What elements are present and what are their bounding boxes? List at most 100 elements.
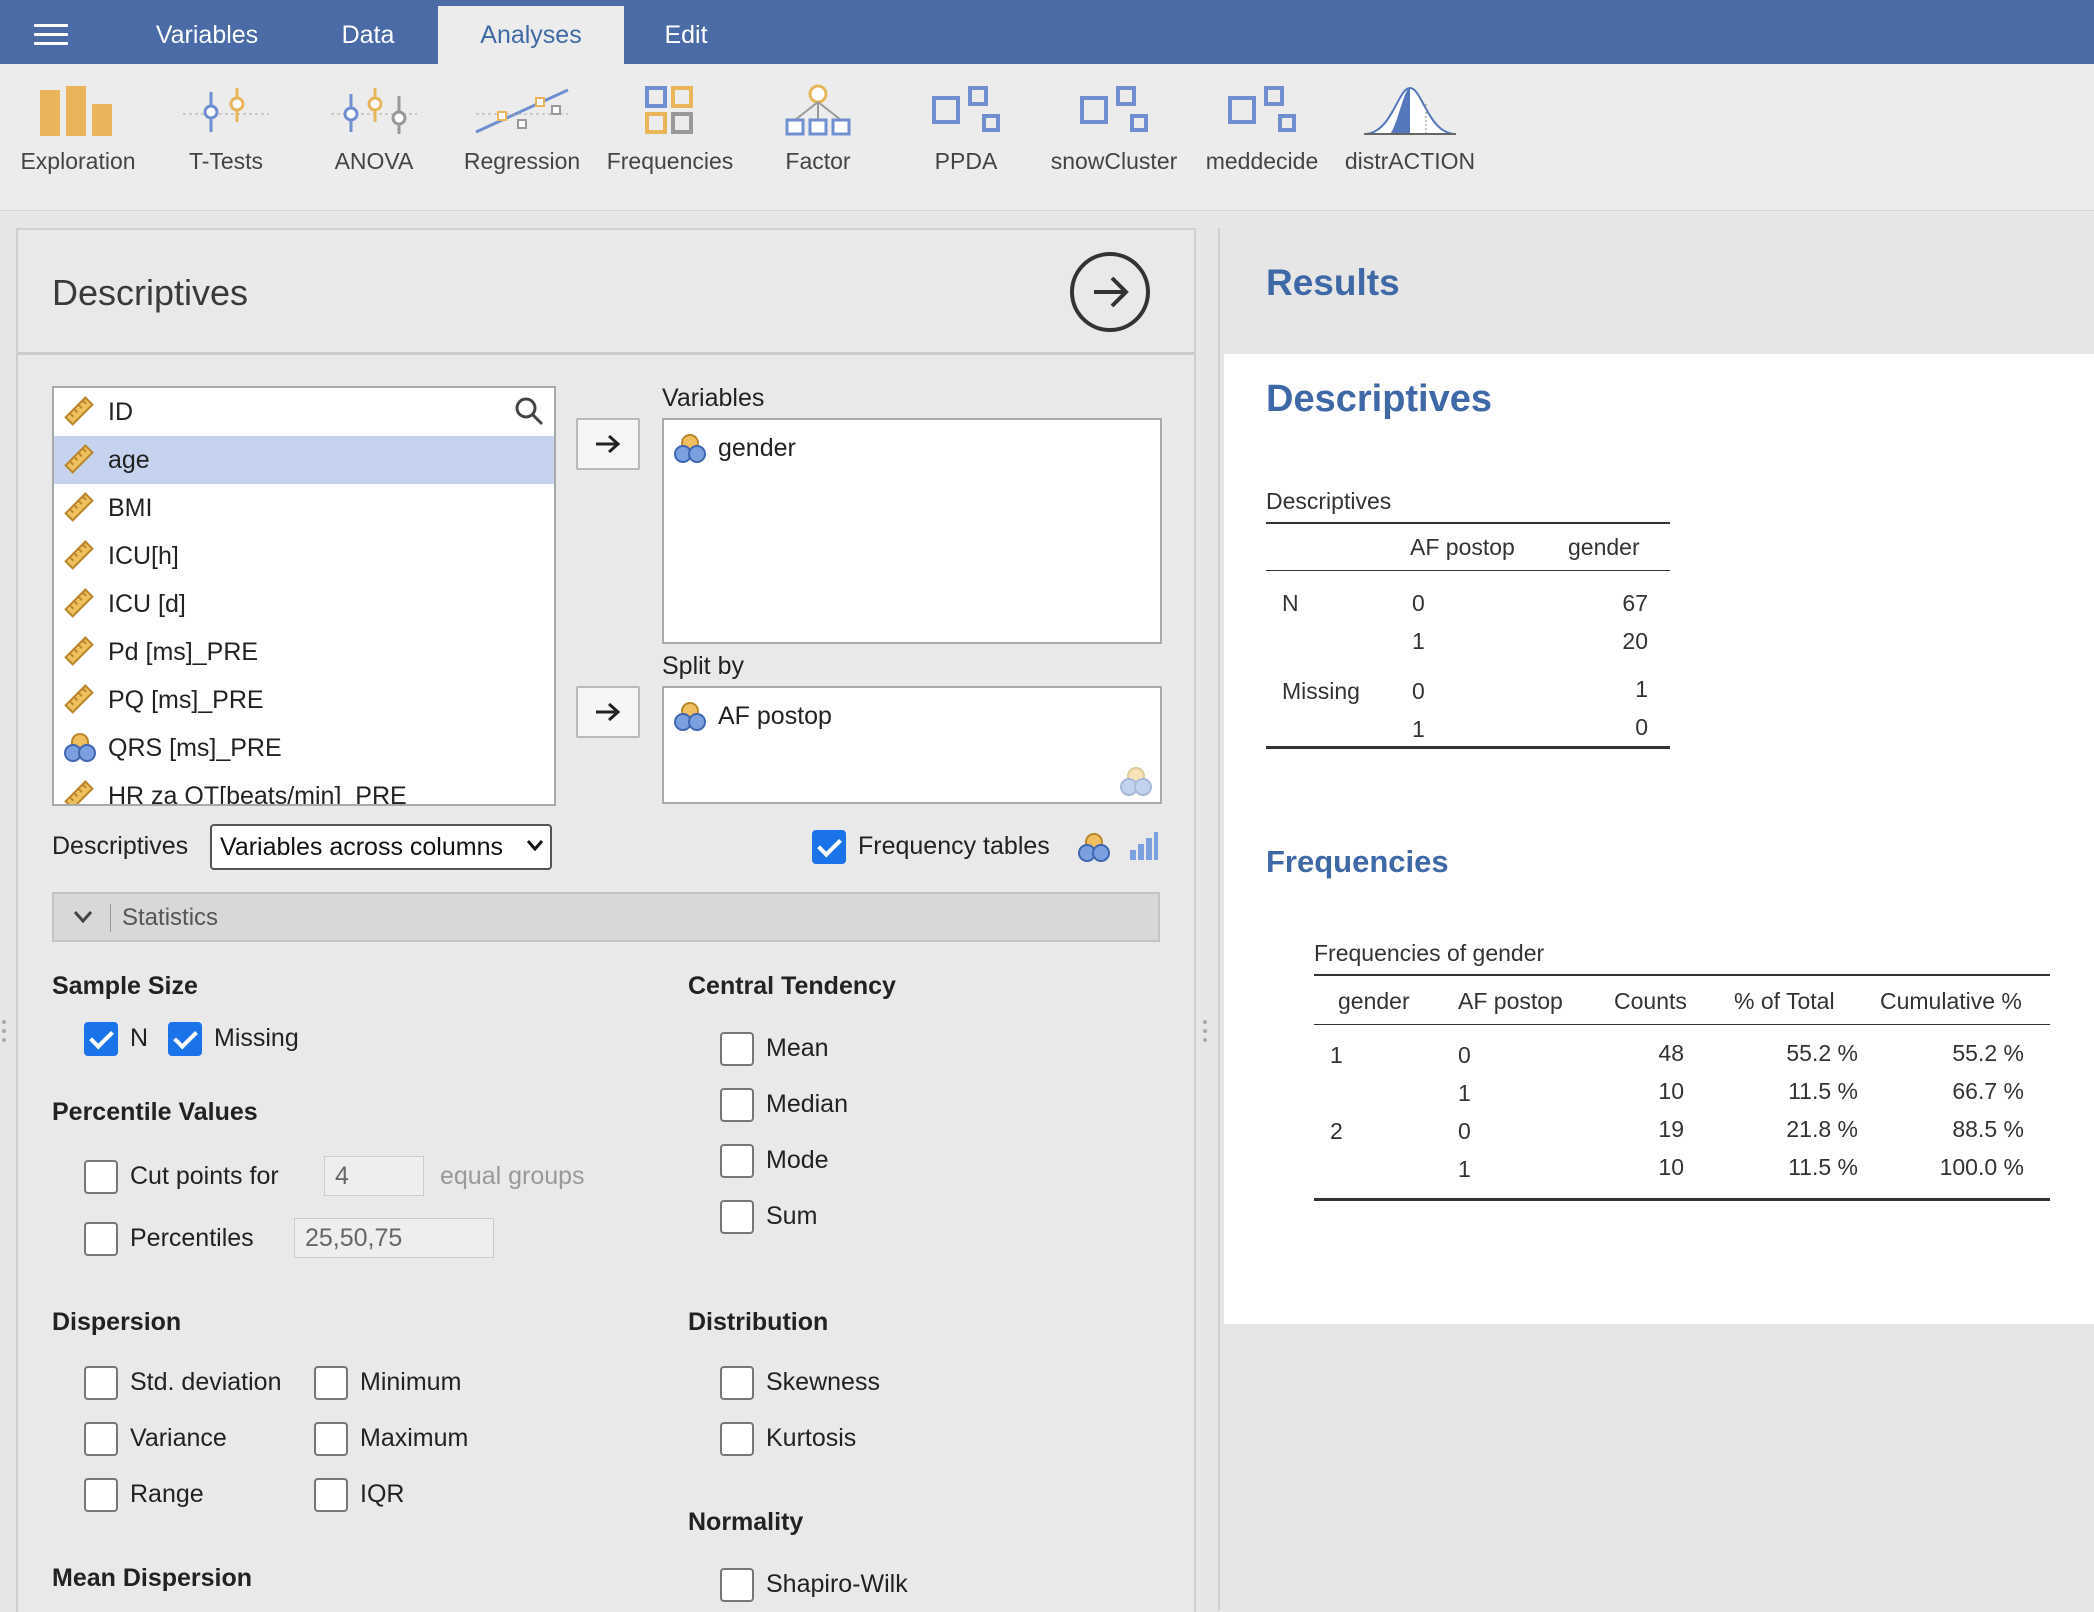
table-rule <box>1266 746 1670 749</box>
maximum-checkbox[interactable] <box>314 1422 348 1456</box>
median-checkbox[interactable] <box>720 1088 754 1122</box>
variable-list-item[interactable]: BMI <box>54 484 554 532</box>
variable-name: gender <box>718 434 796 462</box>
ribbon-frequencies-button[interactable]: Frequencies <box>596 84 744 204</box>
tab-analyses[interactable]: Analyses <box>438 6 624 64</box>
kurtosis-checkbox[interactable] <box>720 1422 754 1456</box>
continuous-variable-icon <box>64 636 94 666</box>
ribbon-label: ANOVA <box>334 148 414 174</box>
ribbon-exploration-button[interactable]: Exploration <box>4 84 152 204</box>
table-cell: 67 <box>1622 590 1648 616</box>
table-cell: 0 <box>1635 714 1648 740</box>
shapiro-wilk-checkbox[interactable] <box>720 1568 754 1602</box>
variable-name: QRS [ms]_PRE <box>108 734 282 762</box>
table-cell: 20 <box>1622 628 1648 654</box>
left-resize-grip[interactable] <box>2 1020 8 1050</box>
missing-checkbox[interactable] <box>168 1022 202 1056</box>
cut-points-input[interactable]: 4 <box>324 1156 424 1196</box>
variable-list-item[interactable]: PQ [ms]_PRE <box>54 676 554 724</box>
tab-edit[interactable]: Edit <box>636 6 736 64</box>
table-cell: 55.2 % <box>1786 1040 1858 1066</box>
go-to-results-button[interactable] <box>1070 252 1150 332</box>
variance-checkbox[interactable] <box>84 1422 118 1456</box>
module-icon <box>932 86 1000 132</box>
variables-item-gender[interactable]: gender <box>674 430 796 466</box>
variable-list-item[interactable]: HR za OT[beats/min]_PRE <box>54 772 554 804</box>
ribbon-distraction-button[interactable]: distrACTION <box>1336 84 1484 204</box>
bar-chart-icon <box>1130 832 1158 860</box>
results-title: Results <box>1266 262 1400 303</box>
dispersion-heading: Dispersion <box>52 1308 182 1336</box>
tab-variables[interactable]: Variables <box>124 6 290 64</box>
table-cell: 0 <box>1458 1118 1471 1144</box>
skewness-checkbox[interactable] <box>720 1366 754 1400</box>
hamburger-menu-icon[interactable] <box>34 24 68 46</box>
table-cell: 2 <box>1330 1118 1343 1144</box>
maximum-label: Maximum <box>360 1424 469 1452</box>
ribbon-snowcluster-button[interactable]: snowCluster <box>1040 84 1188 204</box>
exploration-icon <box>40 86 112 136</box>
iqr-label: IQR <box>360 1480 405 1508</box>
ribbon-meddecide-button[interactable]: meddecide <box>1188 84 1336 204</box>
search-icon[interactable] <box>514 396 544 431</box>
percentiles-checkbox[interactable] <box>84 1222 118 1256</box>
ribbon-label: PPDA <box>934 148 998 174</box>
variable-list-item[interactable]: ICU[h] <box>54 532 554 580</box>
variable-list-item[interactable]: age <box>54 436 554 484</box>
chevron-down-icon <box>526 840 544 852</box>
distribution-icon <box>1364 86 1456 135</box>
module-icon <box>1080 86 1148 132</box>
table-cell: 10 <box>1658 1154 1684 1180</box>
header-separator <box>110 904 111 932</box>
ribbon-ppda-button[interactable]: PPDA <box>892 84 1040 204</box>
variables-target-box[interactable]: gender <box>662 418 1162 644</box>
table-cell: 19 <box>1658 1116 1684 1142</box>
ribbon-label: Factor <box>785 148 851 174</box>
iqr-checkbox[interactable] <box>314 1478 348 1512</box>
variable-name: ID <box>108 398 133 426</box>
variable-list-item[interactable]: ID <box>54 388 554 436</box>
table-cell: N <box>1282 590 1299 616</box>
continuous-variable-icon <box>64 444 94 474</box>
percentiles-label: Percentiles <box>130 1224 254 1252</box>
n-checkbox[interactable] <box>84 1022 118 1056</box>
mean-checkbox[interactable] <box>720 1032 754 1066</box>
descriptives-layout-select[interactable]: Variables across columns <box>210 824 552 870</box>
cut-points-checkbox[interactable] <box>84 1160 118 1194</box>
ribbon-anova-button[interactable]: ANOVA <box>300 84 448 204</box>
range-label: Range <box>130 1480 204 1508</box>
table-rule <box>1314 1024 2050 1025</box>
move-to-split-by-button[interactable] <box>576 686 640 738</box>
sum-label: Sum <box>766 1202 818 1230</box>
frequency-tables-checkbox[interactable] <box>812 830 846 864</box>
panel-splitter-grip[interactable] <box>1203 1020 1209 1050</box>
mode-checkbox[interactable] <box>720 1144 754 1178</box>
ribbon-regression-button[interactable]: Regression <box>448 84 596 204</box>
frequencies-icon <box>645 86 693 134</box>
range-checkbox[interactable] <box>84 1478 118 1512</box>
variable-list-item[interactable]: ICU [d] <box>54 580 554 628</box>
table-rule <box>1314 1198 2050 1201</box>
table-cell: 1 <box>1635 676 1648 702</box>
move-to-variables-button[interactable] <box>576 418 640 470</box>
minimum-checkbox[interactable] <box>314 1366 348 1400</box>
split-by-item-af-postop[interactable]: AF postop <box>674 698 832 734</box>
ribbon-factor-button[interactable]: Factor <box>744 84 892 204</box>
split-by-target-box[interactable]: AF postop <box>662 686 1162 804</box>
ribbon-ttests-button[interactable]: T-Tests <box>152 84 300 204</box>
source-variable-list[interactable]: ID age BMI ICU[h] ICU [d] Pd [ms]_PRE PQ [ms]_… <box>52 386 556 806</box>
ribbon-label: Regression <box>463 148 581 174</box>
tab-data[interactable]: Data <box>300 6 436 64</box>
variable-list-item[interactable]: Pd [ms]_PRE <box>54 628 554 676</box>
variable-list-item[interactable]: QRS [ms]_PRE <box>54 724 554 772</box>
factor-icon <box>785 84 851 136</box>
percentiles-input[interactable]: 25,50,75 <box>294 1218 494 1258</box>
statistics-section-header[interactable]: Statistics <box>52 892 1160 942</box>
variables-label: Variables <box>662 384 765 412</box>
sum-checkbox[interactable] <box>720 1200 754 1234</box>
std-deviation-checkbox[interactable] <box>84 1366 118 1400</box>
table-cell: 10 <box>1658 1078 1684 1104</box>
nominal-type-hint-icon <box>1120 767 1152 796</box>
table-cell: Missing <box>1282 678 1360 704</box>
results-panel: Results Descriptives Descriptives AF pos… <box>1218 228 2094 1610</box>
